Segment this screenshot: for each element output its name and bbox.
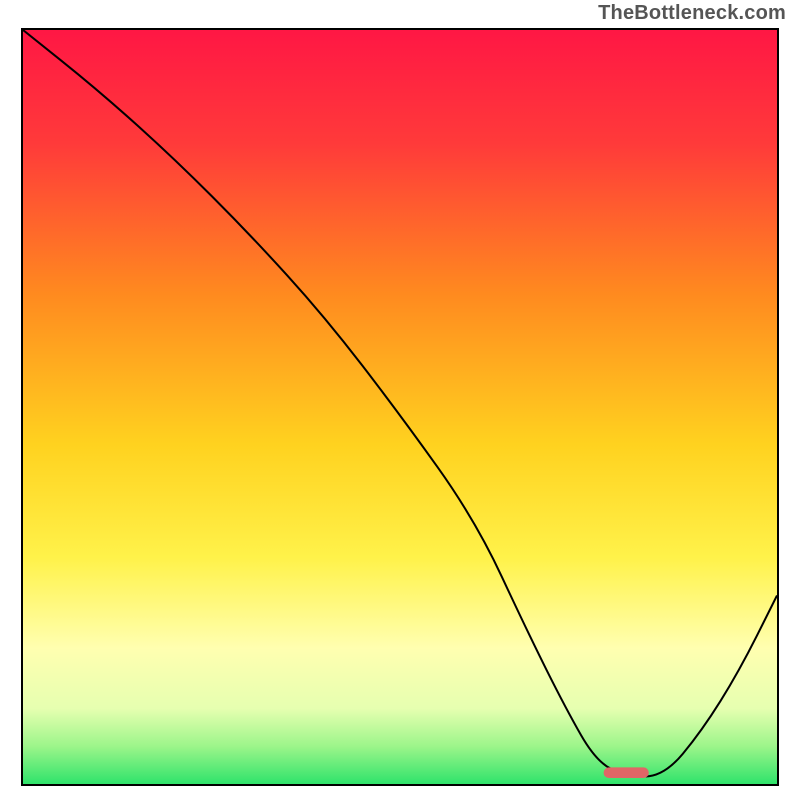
- curve-layer: [23, 30, 777, 784]
- plot-frame: [21, 28, 779, 786]
- chart-container: TheBottleneck.com: [0, 0, 800, 800]
- watermark-label: TheBottleneck.com: [598, 2, 786, 25]
- optimal-range-marker: [604, 767, 649, 778]
- bottleneck-curve: [23, 30, 777, 776]
- plot-area: [23, 30, 777, 784]
